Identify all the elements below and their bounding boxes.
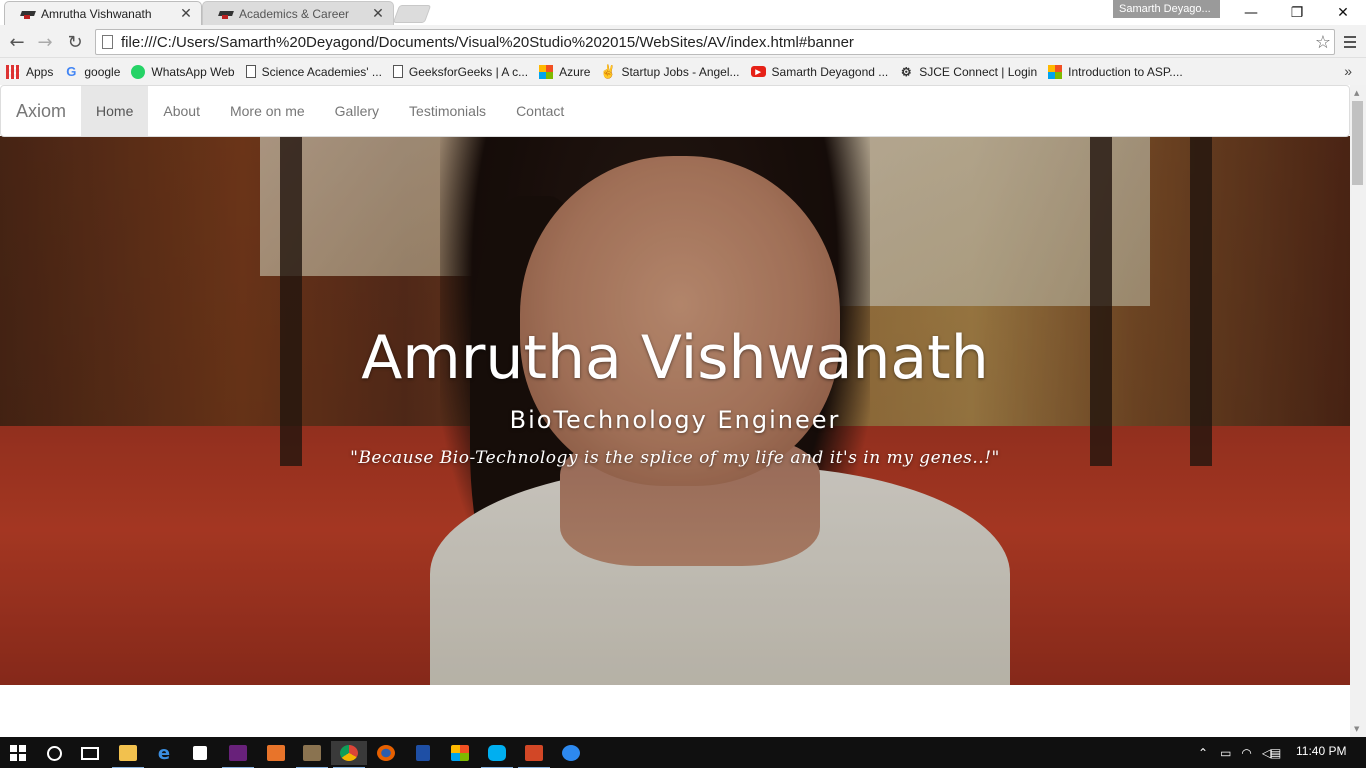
bookmark-label: GeeksforGeeks | A c...	[408, 64, 529, 79]
profile-button[interactable]: Samarth Deyago...	[1113, 0, 1220, 18]
app-icon[interactable]	[294, 741, 330, 768]
maximize-button[interactable]: ❐	[1274, 0, 1320, 25]
bookmark-label: Science Academies' ...	[261, 64, 382, 79]
store-icon[interactable]	[182, 741, 218, 765]
nav-about[interactable]: About	[148, 86, 215, 136]
bookmark-google[interactable]: Ggoogle	[64, 64, 121, 79]
whatsapp-icon	[131, 64, 146, 79]
task-view-icon[interactable]	[72, 741, 108, 765]
back-arrow-icon[interactable]: ←	[6, 31, 28, 53]
app-icon[interactable]	[405, 741, 441, 765]
new-tab-button[interactable]	[392, 5, 432, 23]
browser-title-bar: Amrutha Vishwanath ✕ Academics & Career …	[0, 0, 1366, 25]
page-icon	[392, 65, 403, 78]
page-icon	[102, 35, 113, 49]
nav-home[interactable]: Home	[81, 86, 149, 136]
bookmark-label: google	[84, 64, 121, 79]
tab-close-icon[interactable]: ✕	[371, 5, 385, 22]
page-viewport: Amrutha Vishwanath BioTechnology Enginee…	[0, 85, 1350, 737]
address-bar[interactable]: file:///C:/Users/Samarth%20Deyagond/Docu…	[95, 29, 1335, 55]
browser-toolbar: ← → ↻ file:///C:/Users/Samarth%20Deyagon…	[0, 25, 1366, 58]
tab-title: Amrutha Vishwanath	[41, 6, 152, 21]
nav-more-on-me[interactable]: More on me	[215, 86, 320, 136]
app-icon[interactable]	[516, 741, 552, 768]
nav-testimonials[interactable]: Testimonials	[394, 86, 501, 136]
close-window-button[interactable]: ✕	[1320, 0, 1366, 25]
microsoft-icon	[1048, 64, 1063, 79]
visual-studio-icon[interactable]	[220, 741, 256, 768]
page-icon	[245, 65, 256, 78]
more-bookmarks-icon[interactable]: »	[1344, 63, 1352, 79]
nav-gallery[interactable]: Gallery	[320, 86, 394, 136]
bookmark-label: SJCE Connect | Login	[919, 64, 1038, 79]
firefox-icon[interactable]	[368, 741, 404, 765]
chrome-icon[interactable]	[331, 741, 367, 768]
tab-academics-career[interactable]: Academics & Career ✕	[202, 1, 394, 25]
reload-icon[interactable]: ↻	[64, 31, 86, 53]
bookmark-startup-jobs[interactable]: ✌ Startup Jobs - Angel...	[600, 63, 740, 79]
bookmark-label: Startup Jobs - Angel...	[621, 64, 740, 79]
forward-arrow-icon[interactable]: →	[34, 31, 56, 53]
minimize-button[interactable]: —	[1228, 0, 1274, 25]
page-scrollbar[interactable]: ▲ ▼	[1350, 85, 1366, 737]
browser-menu-icon[interactable]	[1340, 33, 1360, 51]
app-icon[interactable]	[442, 741, 478, 765]
bookmark-geeksforgeeks[interactable]: GeeksforGeeks | A c...	[392, 64, 529, 79]
start-icon[interactable]	[0, 741, 36, 765]
search-icon[interactable]	[36, 741, 72, 765]
graduation-cap-icon	[219, 9, 233, 19]
bookmark-star-icon[interactable]: ☆	[1312, 32, 1334, 53]
battery-icon[interactable]: ▭	[1220, 746, 1231, 760]
site-navbar: Axiom Home About More on me Gallery Test…	[0, 85, 1350, 137]
hero-name: Amrutha Vishwanath	[361, 323, 989, 393]
apps-icon	[6, 64, 20, 79]
bookmarks-bar: Apps Ggoogle WhatsApp Web Science Academ…	[0, 58, 1366, 85]
app-icon[interactable]	[258, 741, 294, 765]
bookmark-azure[interactable]: Azure	[539, 64, 591, 79]
bookmark-label: WhatsApp Web	[151, 64, 235, 79]
sjce-icon: ⚙	[900, 64, 912, 79]
bookmark-youtube[interactable]: ▶ Samarth Deyagond ...	[750, 64, 889, 79]
hero-quote: "Because Bio-Technology is the splice of…	[350, 448, 1000, 468]
youtube-icon: ▶	[750, 66, 766, 77]
nav-contact[interactable]: Contact	[501, 86, 579, 136]
tab-title: Academics & Career	[239, 6, 350, 21]
windows-taskbar: e ⌃ ▭ ◠ ◁ 11:40 PM ▤	[0, 737, 1366, 768]
file-explorer-icon[interactable]	[110, 741, 146, 768]
app-icon[interactable]	[553, 741, 589, 765]
wifi-icon[interactable]: ◠	[1241, 746, 1251, 760]
skype-icon[interactable]	[479, 741, 515, 768]
action-center-icon[interactable]: ▤	[1270, 737, 1281, 768]
graduation-cap-icon	[21, 9, 35, 19]
bookmark-science-academies[interactable]: Science Academies' ...	[245, 64, 382, 79]
bookmark-apps[interactable]: Apps	[6, 64, 54, 79]
hero-role: BioTechnology Engineer	[509, 406, 841, 434]
site-brand[interactable]: Axiom	[1, 86, 81, 136]
bookmark-whatsapp[interactable]: WhatsApp Web	[131, 64, 235, 79]
angellist-icon: ✌	[600, 63, 617, 79]
url-text[interactable]: file:///C:/Users/Samarth%20Deyagond/Docu…	[121, 34, 1312, 51]
system-tray: ⌃ ▭ ◠ ◁	[1198, 737, 1281, 768]
tray-chevron-up-icon[interactable]: ⌃	[1198, 746, 1208, 760]
scrollbar-thumb[interactable]	[1352, 101, 1363, 185]
bookmark-label: Introduction to ASP....	[1068, 64, 1183, 79]
bookmark-label: Samarth Deyagond ...	[771, 64, 889, 79]
edge-icon[interactable]: e	[146, 741, 182, 765]
scroll-up-icon[interactable]: ▲	[1354, 89, 1359, 97]
tab-close-icon[interactable]: ✕	[179, 5, 193, 22]
bookmark-label: Azure	[559, 64, 591, 79]
scroll-down-icon[interactable]: ▼	[1354, 725, 1359, 733]
hero-banner: Amrutha Vishwanath BioTechnology Enginee…	[0, 136, 1350, 685]
google-icon: G	[66, 64, 77, 79]
tab-amrutha-vishwanath[interactable]: Amrutha Vishwanath ✕	[4, 1, 202, 25]
bookmark-label: Apps	[26, 64, 54, 79]
bookmark-introduction-asp[interactable]: Introduction to ASP....	[1048, 64, 1183, 79]
taskbar-clock[interactable]: 11:40 PM	[1296, 744, 1346, 758]
bookmark-sjce-connect[interactable]: ⚙ SJCE Connect | Login	[899, 65, 1037, 79]
microsoft-icon	[539, 64, 554, 79]
